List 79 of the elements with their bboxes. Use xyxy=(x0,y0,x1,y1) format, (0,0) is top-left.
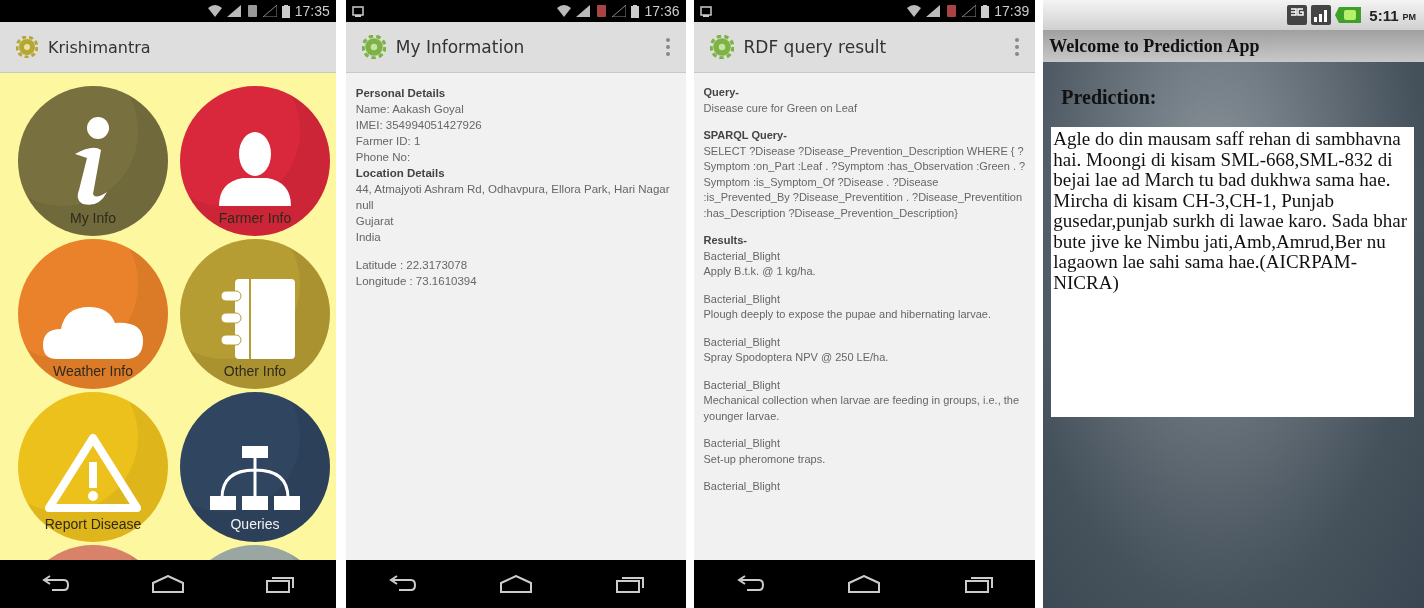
signal-icon xyxy=(226,5,241,17)
coordinate-line: Latitude : 22.3173078 xyxy=(355,258,469,273)
notification-icon xyxy=(699,5,712,17)
sim-icon xyxy=(595,5,608,17)
battery-icon xyxy=(631,4,640,18)
menu-tile[interactable]: Weather Info xyxy=(18,239,168,389)
disease-name: Bacterial_Blight xyxy=(703,436,781,451)
disease-name: Bacterial_Blight xyxy=(703,334,781,350)
battery-icon xyxy=(1335,6,1362,24)
signal-icon xyxy=(576,5,591,17)
result-description: Mechanical collection when larvae are feeding in groups, i.e., the younger larvae. xyxy=(703,393,1021,424)
detail-line: 44, Atmajyoti Ashram Rd, Odhavpura, Ellora Park, Hari Nagar xyxy=(355,182,671,197)
prediction-label: Prediction: xyxy=(1060,86,1158,109)
detail-line: null xyxy=(355,198,375,213)
menu-tile[interactable]: Queries xyxy=(180,392,330,542)
status-time: 17:35 xyxy=(294,3,330,19)
signal-icon xyxy=(926,5,941,17)
recents-icon[interactable] xyxy=(614,575,645,593)
detail-line: Gujarat xyxy=(355,214,395,229)
detail-line: India xyxy=(355,230,382,245)
menu-tile[interactable]: My Info xyxy=(18,86,168,236)
section-heading: SPARQL Query- xyxy=(703,128,788,143)
app-title: Welcome to Prediction App xyxy=(1049,35,1260,57)
battery-icon xyxy=(281,4,290,18)
coordinate-line: Longitude : 73.1610394 xyxy=(355,274,478,289)
disease-name: Bacterial_Blight xyxy=(703,248,781,264)
section-heading: Location Details xyxy=(355,166,446,181)
menu-tile[interactable]: Other Info xyxy=(180,239,330,389)
detail-line: Farmer ID: 1 xyxy=(355,134,422,149)
hierarchy-icon xyxy=(210,446,300,512)
gear-icon xyxy=(361,35,386,59)
app-title: Krishimantra xyxy=(48,37,151,57)
home-icon[interactable] xyxy=(847,575,882,593)
status-time: 17:36 xyxy=(644,3,680,19)
detail-line: IMEI: 354994051427926 xyxy=(355,118,483,133)
sim-icon xyxy=(245,5,258,17)
section-heading: Results- xyxy=(703,233,748,248)
signal-icon xyxy=(612,5,627,17)
app-title: My Information xyxy=(395,37,525,57)
home-icon[interactable] xyxy=(150,575,185,593)
signal-icon xyxy=(962,5,977,17)
notification-icon xyxy=(351,5,364,17)
wifi-icon xyxy=(207,5,222,17)
disease-name: Bacterial_Blight xyxy=(703,479,781,494)
more-options-icon[interactable] xyxy=(1015,38,1020,56)
gear-icon xyxy=(709,35,734,59)
detail-line: Phone No: xyxy=(355,150,412,165)
wifi-icon xyxy=(557,5,572,17)
result-description: Plough deeply to expose the pupae and hibernating larvae. xyxy=(703,307,992,322)
battery-icon xyxy=(981,4,990,18)
warning-icon xyxy=(45,432,141,512)
disease-name: Bacterial_Blight xyxy=(703,291,781,307)
result-description: Set-up pheromone traps. xyxy=(703,451,827,467)
sim-icon xyxy=(945,5,958,17)
detail-line: Name: Aakash Goyal xyxy=(355,102,465,117)
status-time: 5:11 xyxy=(1369,6,1399,24)
sparql-text: SELECT ?Disease ?Disease_Prevention_Description WHERE { ?Symptom :on_Part :Leaf . ?Symptom :has_Observation :Green . ?Symptom :is_Symptom_Of ?Disease . ?Disease :is_Prevented_By ?Disease_Preventition . ?Disease_Preventition :has_Description ?Disease_Prevention_Description} xyxy=(703,143,1026,221)
home-icon[interactable] xyxy=(498,575,533,593)
query-text: Disease cure for Green on Leaf xyxy=(703,100,858,116)
network-3g-icon xyxy=(1287,5,1308,25)
recents-icon[interactable] xyxy=(265,575,296,593)
signal-icon xyxy=(262,5,277,17)
menu-tile[interactable]: Farmer Info xyxy=(180,86,330,236)
back-icon[interactable] xyxy=(40,575,71,593)
app-title: RDF query result xyxy=(743,37,887,57)
status-time: 17:39 xyxy=(994,3,1030,19)
signal-icon xyxy=(1311,5,1332,25)
more-options-icon[interactable] xyxy=(665,38,670,56)
menu-tile[interactable]: Report Disease xyxy=(18,392,168,542)
disease-name: Bacterial_Blight xyxy=(703,377,781,393)
status-period: PM xyxy=(1402,12,1416,22)
section-heading: Query- xyxy=(703,85,740,100)
result-description: Apply B.t.k. @ 1 kg/ha. xyxy=(703,264,817,279)
wifi-icon xyxy=(907,5,922,17)
gear-icon xyxy=(16,36,38,58)
recents-icon[interactable] xyxy=(963,575,994,593)
prediction-text: Agle do din mausam saff rehan di sambhavna hai. Moongi di kisam SML-668,SML-832 di bejai lae ad March tu bad dukhwa sama hae. Mircha di kisam CH-3,CH-1, Punjab gusedar,punjab surkh di lawae karo. Sada bhar bute jive ke Nimbu jati,Amb,Amrud,Ber nu lagaown lae sahi sama hae.(AICRPAM-NICRA) xyxy=(1051,127,1414,417)
section-heading: Personal Details xyxy=(355,86,447,101)
result-description: Spray Spodoptera NPV @ 250 LE/ha. xyxy=(703,350,890,365)
